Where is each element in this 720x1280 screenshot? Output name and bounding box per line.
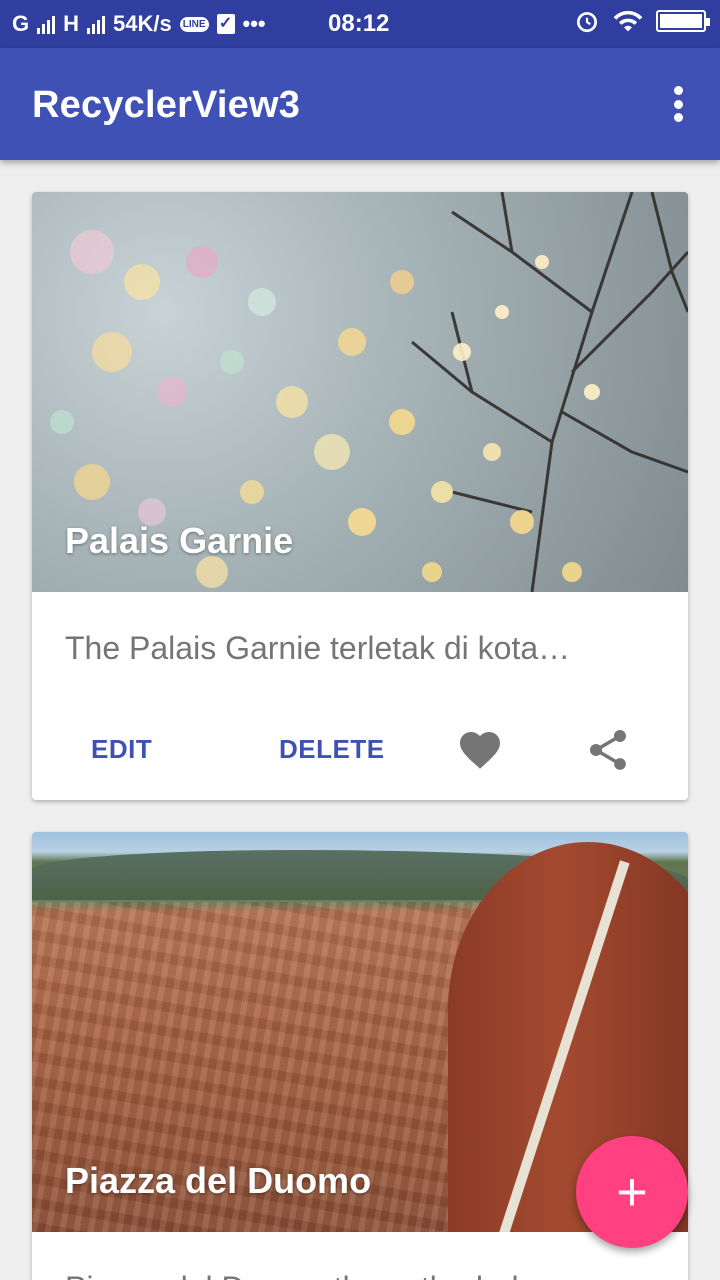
card-image-bokeh: Palais Garnie xyxy=(32,192,688,592)
status-right xyxy=(574,8,710,34)
status-bar: G H 54K/s LINE ✓ ••• 08:12 xyxy=(0,0,720,48)
card-description: Piazza del Duomo the cathedral xyxy=(65,1270,625,1280)
edit-button[interactable]: EDIT xyxy=(91,734,152,765)
more-notifications-icon: ••• xyxy=(242,11,266,36)
share-icon[interactable] xyxy=(584,726,632,774)
card-title: Piazza del Duomo xyxy=(65,1160,372,1201)
checkbox-notification-icon: ✓ xyxy=(216,14,235,34)
card-description: The Palais Garnie terletak di kota… xyxy=(65,630,571,666)
alarm-icon xyxy=(576,12,598,33)
carrier-1-label: G xyxy=(12,11,30,36)
add-fab-button[interactable]: + xyxy=(576,1136,688,1248)
add-icon: + xyxy=(616,1162,648,1222)
status-left: G H 54K/s LINE ✓ ••• xyxy=(12,11,266,37)
carrier-2-label: H xyxy=(63,11,80,36)
app-bar: RecyclerView3 xyxy=(0,48,720,160)
line-app-icon: LINE xyxy=(179,16,209,32)
wifi-icon xyxy=(613,10,643,32)
clock: 08:12 xyxy=(328,10,390,37)
network-speed: 54K/s xyxy=(113,11,172,36)
card-title: Palais Garnie xyxy=(65,520,294,561)
overflow-menu-icon[interactable] xyxy=(666,86,690,122)
place-card-1[interactable]: Palais Garnie The Palais Garnie terletak… xyxy=(32,192,688,800)
heart-icon[interactable] xyxy=(456,726,504,774)
delete-button[interactable]: DELETE xyxy=(279,734,385,765)
battery-icon xyxy=(656,10,710,32)
signal-icon-2 xyxy=(87,14,106,34)
signal-icon xyxy=(37,14,56,34)
card-actions: EDIT DELETE xyxy=(32,722,688,782)
app-title: RecyclerView3 xyxy=(32,84,301,126)
